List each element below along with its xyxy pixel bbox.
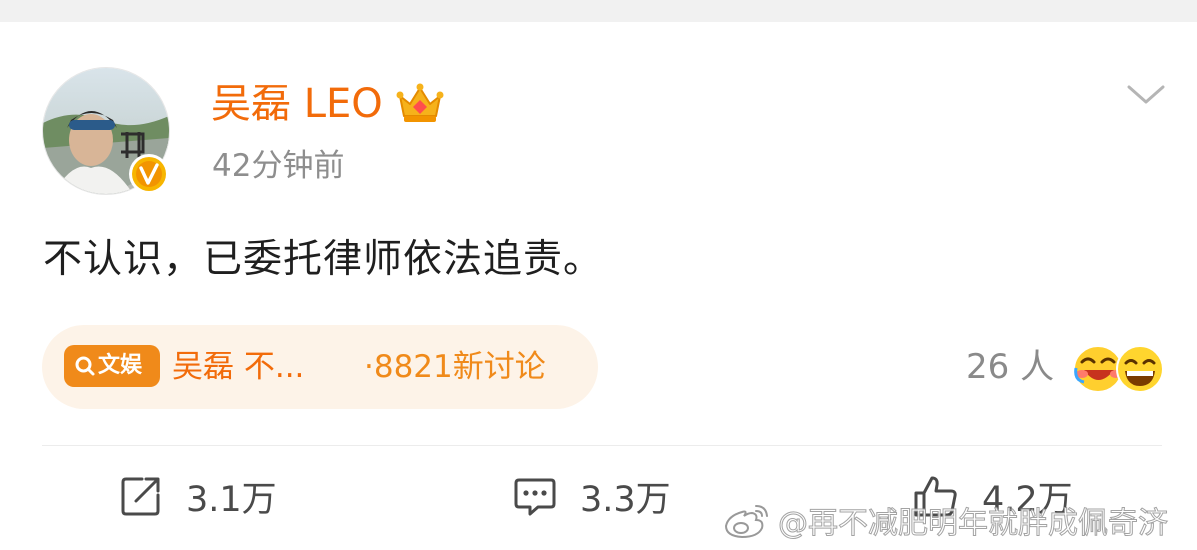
- crown-icon[interactable]: [396, 80, 444, 124]
- watermark: @再不减肥明年就胖成佩奇济: [722, 497, 1169, 543]
- username[interactable]: 吴磊 LEO: [211, 76, 383, 132]
- search-icon: [75, 356, 95, 376]
- post-timestamp: 42分钟前: [212, 148, 345, 184]
- repost-icon: [121, 477, 160, 516]
- grinning-emoji-icon: [1116, 345, 1164, 393]
- watermark-text: @再不减肥明年就胖成佩奇济: [778, 506, 1169, 542]
- chevron-down-icon[interactable]: [1124, 80, 1168, 110]
- verified-badge-icon: [129, 154, 169, 194]
- avatar[interactable]: [42, 67, 170, 195]
- post-text: 不认识，已委托律师依法追责。: [43, 237, 604, 282]
- top-strip: [0, 0, 1197, 22]
- repost-count: 3.1万: [186, 479, 277, 520]
- comment-icon: [514, 478, 556, 516]
- comment-button[interactable]: 3.3万: [512, 468, 671, 524]
- topic-pill[interactable]: 文娱 吴磊 不... ·8821新讨论: [42, 325, 598, 409]
- topic-tag: 文娱: [64, 345, 160, 387]
- topic-tag-label: 文娱: [98, 353, 143, 378]
- reaction-count[interactable]: 26 人: [966, 342, 1054, 392]
- comment-count: 3.3万: [580, 479, 671, 520]
- topic-discussion-count: ·8821新讨论: [364, 349, 546, 385]
- repost-button[interactable]: 3.1万: [118, 468, 277, 524]
- divider: [42, 445, 1162, 446]
- topic-title: 吴磊 不...: [172, 349, 305, 385]
- weibo-logo-icon: [724, 505, 768, 539]
